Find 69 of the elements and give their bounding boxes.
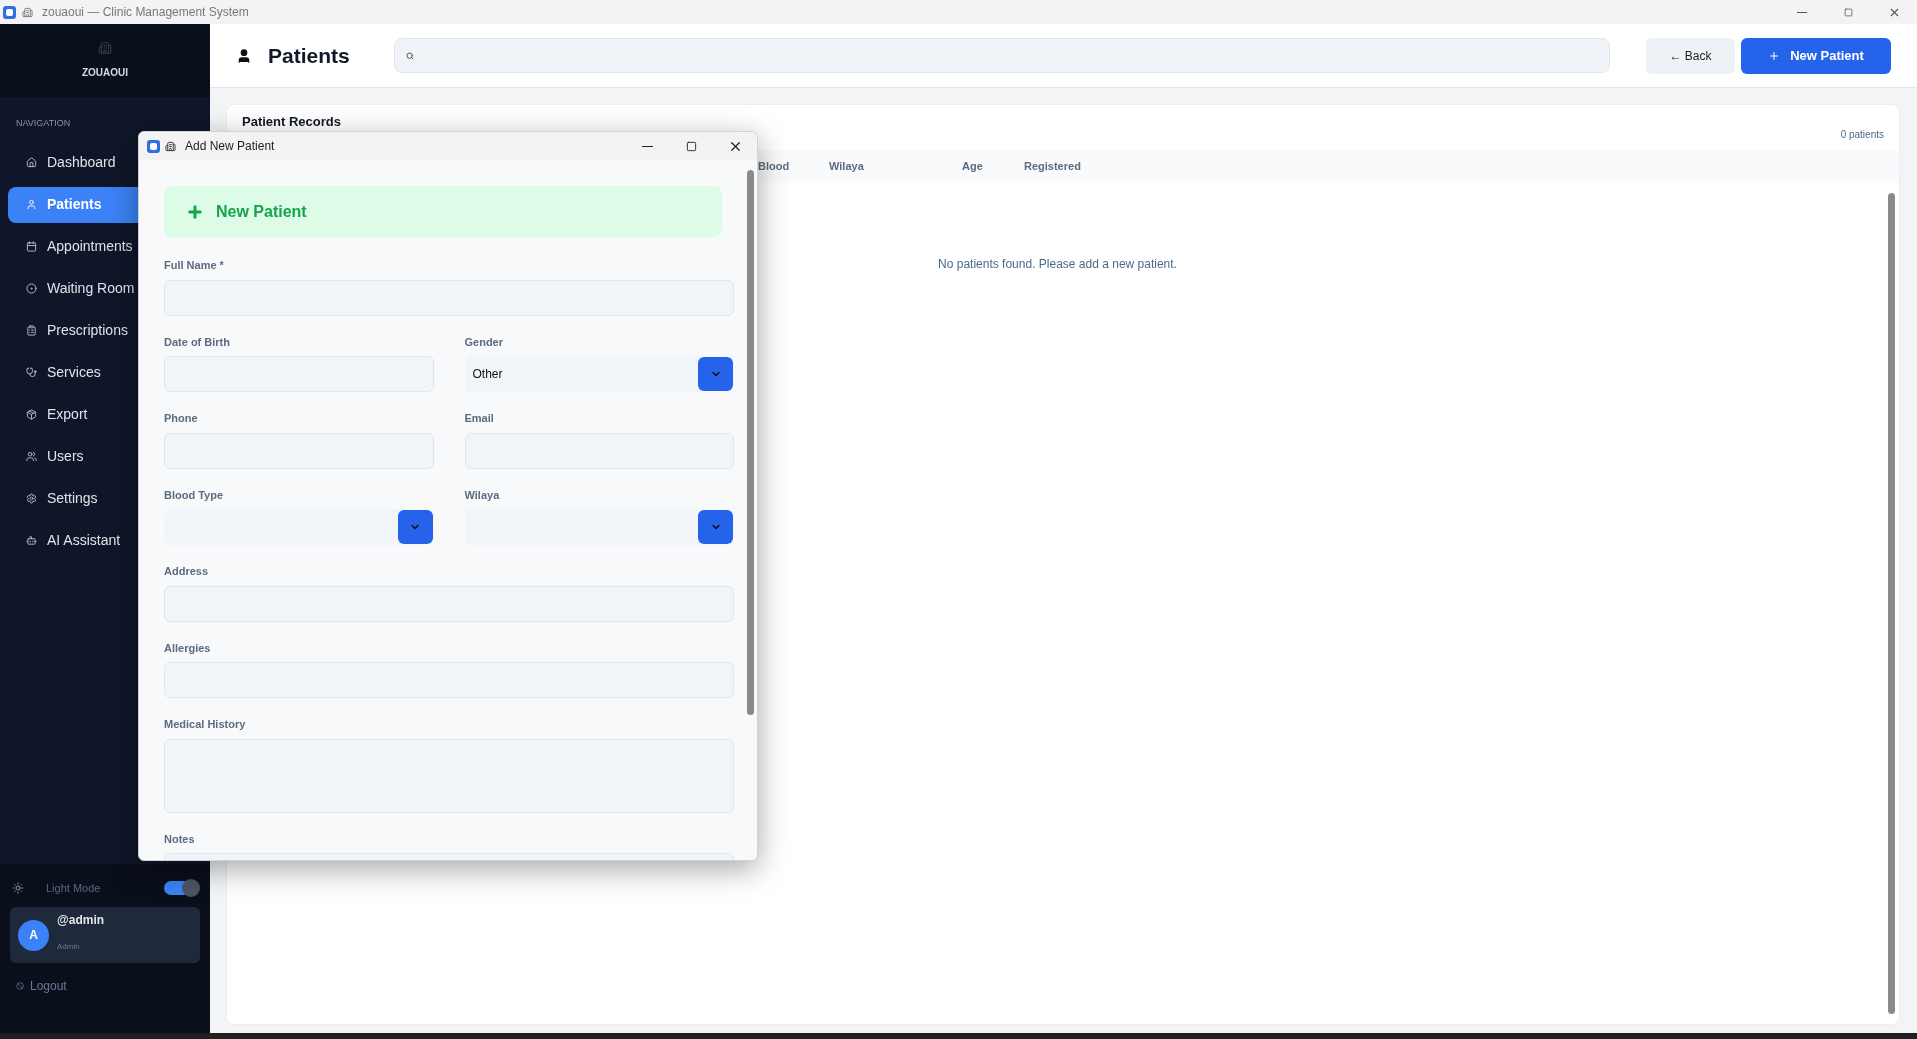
dropdown-button[interactable] xyxy=(698,357,733,391)
page-title: Patients xyxy=(268,42,350,69)
nav-item[interactable]: Users xyxy=(8,438,210,475)
window-title: zouaoui — Clinic Management System xyxy=(42,4,249,21)
back-button[interactable]: ← Back xyxy=(1646,37,1735,74)
plus-icon xyxy=(1768,49,1781,62)
field-label: Date of Birth xyxy=(164,334,231,350)
dialog-title: Add New Patient xyxy=(185,138,275,155)
building-icon xyxy=(165,140,176,152)
column-header: Blood xyxy=(758,159,791,175)
nav-item[interactable]: Waiting Room xyxy=(8,270,210,307)
calendar-icon xyxy=(26,241,37,252)
minimize-icon xyxy=(1797,11,1807,13)
brand-name: ZOUAOUI xyxy=(81,66,129,80)
field-label: Phone xyxy=(164,411,199,426)
section-label: NAVIGATION xyxy=(15,117,72,130)
user-role: Admin xyxy=(57,941,81,953)
select-field[interactable] xyxy=(164,509,434,545)
select-value: Other xyxy=(471,366,504,383)
robot-icon xyxy=(26,535,37,546)
dropdown-button[interactable] xyxy=(698,510,733,544)
app-logo-icon xyxy=(3,5,16,19)
column-header: Registered xyxy=(1024,159,1082,175)
avatar: A xyxy=(18,919,49,951)
person-icon xyxy=(26,199,37,210)
clipboard-icon xyxy=(26,325,37,336)
no-sign-icon xyxy=(16,982,24,990)
field-label: Full Name * xyxy=(164,258,225,273)
search-field[interactable] xyxy=(393,38,1610,73)
banner-title: New Patient xyxy=(216,201,307,222)
people-icon xyxy=(26,451,37,462)
plus-icon xyxy=(186,202,204,221)
select-field[interactable]: Other xyxy=(464,356,734,392)
theme-toggle[interactable] xyxy=(164,881,198,895)
stethoscope-icon xyxy=(26,367,37,378)
select-field[interactable] xyxy=(464,509,734,545)
field-label: Notes xyxy=(164,831,196,847)
field-label: Gender xyxy=(464,334,504,350)
settings-icon xyxy=(26,493,37,504)
column-header: Wilaya xyxy=(829,159,865,175)
field-label: Allergies xyxy=(164,640,212,656)
person-icon xyxy=(236,47,252,64)
nav-item[interactable]: AI Assistant xyxy=(8,522,210,559)
column-header: Age xyxy=(962,159,984,175)
field-label: Blood Type xyxy=(164,487,225,503)
logout-button[interactable]: Logout xyxy=(16,977,67,995)
theme-label: Light Mode xyxy=(46,880,101,896)
maximize-icon xyxy=(685,140,697,152)
field-label: Email xyxy=(464,411,495,426)
user-name: @admin xyxy=(57,912,105,929)
field-label: Wilaya xyxy=(464,487,501,503)
building-icon xyxy=(98,41,112,55)
restore-icon xyxy=(1843,7,1853,17)
building-icon xyxy=(22,6,33,18)
field-label: Medical History xyxy=(164,717,247,732)
package-icon xyxy=(26,409,37,420)
dropdown-button[interactable] xyxy=(397,510,433,544)
field-label: Address xyxy=(164,564,210,579)
sun-icon xyxy=(12,882,24,894)
card-title: Patient Records xyxy=(242,113,341,131)
nav-item[interactable]: Services xyxy=(8,354,210,391)
minimize-icon xyxy=(641,145,653,147)
new-patient-button[interactable]: New Patient xyxy=(1741,37,1891,74)
app-logo-icon xyxy=(147,139,160,153)
search-icon xyxy=(405,51,414,60)
circle-icon xyxy=(26,283,37,294)
house-icon xyxy=(26,157,37,168)
empty-message: No patients found. Please add a new patient. xyxy=(938,256,1177,273)
patient-count: 0 patients xyxy=(1840,128,1884,142)
